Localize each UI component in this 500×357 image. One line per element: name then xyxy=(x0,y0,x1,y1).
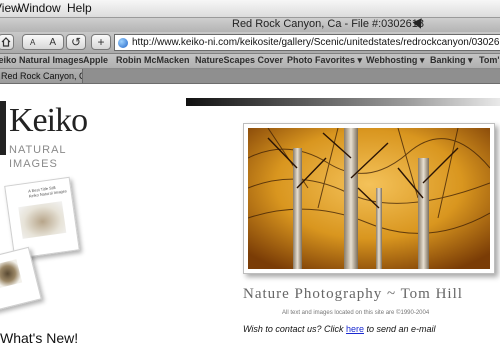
card-caption: A Best Title Still Keiko Natural Images xyxy=(27,184,68,199)
thumbnail-card-coyote[interactable]: A Best Title Still Keiko Natural Images xyxy=(4,176,80,260)
tab-bar: Red Rock Canyon, Ca - Fil... xyxy=(0,69,500,84)
site-title: Nature Photography ~ Tom Hill xyxy=(243,286,463,302)
bookmark-robin[interactable]: Robin McMacken xyxy=(116,55,190,65)
bookmark-banking[interactable]: Banking ▾ xyxy=(430,55,473,66)
home-button[interactable] xyxy=(0,34,14,50)
contact-prefix: Wish to contact us? Click xyxy=(243,324,344,334)
featured-photo[interactable] xyxy=(243,123,495,274)
address-bar[interactable]: http://www.keiko-ni.com/keikosite/galler… xyxy=(114,34,500,51)
url-text[interactable]: http://www.keiko-ni.com/keikosite/galler… xyxy=(132,37,500,48)
menu-window[interactable]: Window xyxy=(18,1,61,15)
menu-bar: View Window Help xyxy=(0,0,500,18)
bookmark-toms[interactable]: Tom's xyxy=(479,55,500,65)
logo-keiko[interactable]: Keiko xyxy=(9,102,88,140)
grayscale-gradient-bar xyxy=(186,98,500,106)
browser-toolbar: A A ↺ + http://www.keiko-ni.com/keikosit… xyxy=(0,32,500,54)
coyote-thumbnail xyxy=(18,201,67,239)
web-page: Keiko NATURAL IMAGES A Best Title Still … xyxy=(0,84,500,357)
copyright-text: All text and images located on this site… xyxy=(282,310,430,316)
contact-suffix: to send an e-mail xyxy=(366,324,436,334)
text-larger-button[interactable]: A xyxy=(49,37,56,48)
logo-natural: NATURAL xyxy=(9,144,67,156)
text-smaller-button[interactable]: A xyxy=(30,38,35,47)
contact-email-link[interactable]: here xyxy=(346,324,364,334)
bookmark-webhosting[interactable]: Webhosting ▾ xyxy=(366,55,424,66)
window-title: Red Rock Canyon, Ca - File #:0302618 xyxy=(232,18,424,30)
contact-line: Wish to contact us? Click here to send a… xyxy=(243,324,436,334)
text-size-buttons[interactable]: A A xyxy=(22,34,64,50)
bookmark-keiko[interactable]: Keiko Natural Images xyxy=(0,55,84,65)
menu-help[interactable]: Help xyxy=(67,1,92,15)
globe-icon xyxy=(118,37,128,48)
bookmark-naturescapes[interactable]: NatureScapes Cover xyxy=(195,55,283,65)
logo-mark xyxy=(0,101,6,155)
plus-icon: + xyxy=(97,35,105,49)
new-tab-button[interactable]: + xyxy=(91,34,111,50)
animal-thumbnail xyxy=(0,259,23,289)
menu-view[interactable]: View xyxy=(0,1,20,15)
bookmarks-bar: Keiko Natural Images Apple Robin McMacke… xyxy=(0,54,500,69)
aspen-forest-photo xyxy=(248,128,490,269)
home-icon xyxy=(1,37,11,47)
tab-red-rock-canyon[interactable]: Red Rock Canyon, Ca - Fil... xyxy=(0,69,83,83)
whats-new-heading: What's New! xyxy=(0,330,79,346)
reload-button[interactable]: ↺ xyxy=(66,34,86,50)
bookmark-apple[interactable]: Apple xyxy=(83,55,108,65)
bookmark-photo-favorites[interactable]: Photo Favorites ▾ xyxy=(287,55,362,66)
thumbnail-card-animal[interactable] xyxy=(0,246,42,312)
logo-images: IMAGES xyxy=(9,158,58,170)
reload-icon: ↺ xyxy=(70,35,82,49)
